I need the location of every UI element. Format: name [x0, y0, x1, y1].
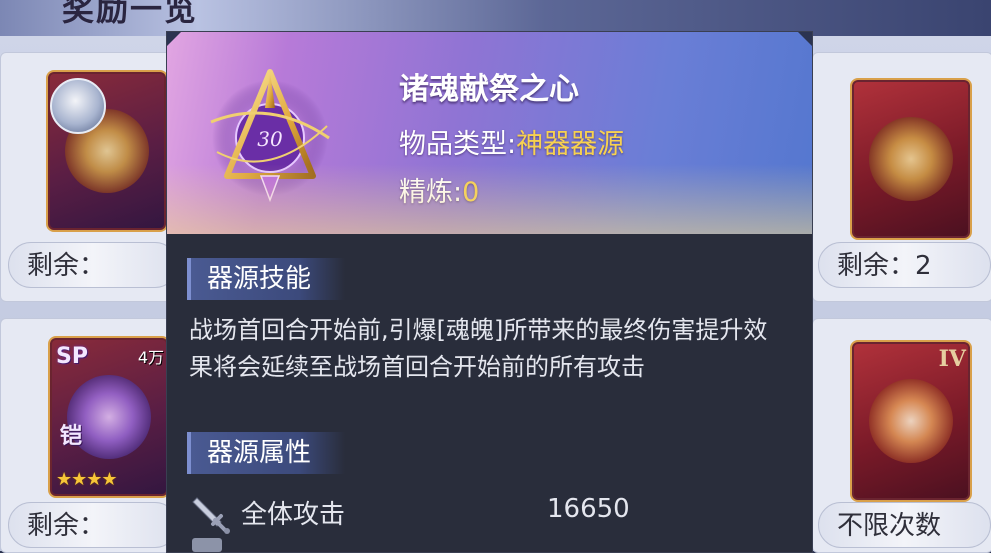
item-art	[869, 379, 953, 463]
item-tooltip: 30 诸魂献祭之心 物品类型:神器器源 精炼:0 器源技能 战场首回合开始前,引…	[166, 31, 813, 553]
sword-icon	[192, 497, 230, 534]
item-art	[869, 117, 953, 201]
refine-line: 精炼:0	[399, 170, 479, 209]
corner-decoration	[798, 32, 812, 46]
hero-side-label: 铠	[60, 424, 83, 449]
item-name: 诸魂献祭之心	[399, 72, 579, 107]
refine-value: 0	[462, 177, 480, 208]
avatar	[50, 78, 106, 134]
count-badge: 4万	[137, 348, 164, 367]
attribute-name: 全体攻击	[241, 500, 346, 530]
remain-counter: 剩余：	[8, 502, 178, 548]
remain-counter: 剩余：	[8, 242, 178, 288]
star-rating: ★★★★	[56, 469, 118, 490]
skill-description: 战场首回合开始前,引爆[魂魄]所带来的最终伤害提升效果将会延续至战场首回合开始前…	[189, 316, 768, 381]
skill-section-header: 器源技能	[187, 258, 345, 300]
page-title: 奖励一览	[62, 0, 199, 28]
sp-badge: SP	[56, 344, 88, 369]
corner-decoration	[167, 32, 181, 46]
remain-counter: 不限次数	[818, 502, 991, 548]
attribute-row: 全体攻击 16650	[187, 488, 787, 538]
svg-text:30: 30	[257, 127, 283, 151]
tier-badge: IV	[938, 346, 966, 372]
item-type-label: 物品类型:	[399, 129, 517, 160]
tooltip-header: 30 诸魂献祭之心 物品类型:神器器源 精炼:0	[167, 32, 812, 234]
reward-item-frame[interactable]: IV	[850, 340, 972, 502]
partial-attribute-icon	[192, 538, 222, 552]
attribute-value: 16650	[547, 494, 630, 524]
item-type-line: 物品类型:神器器源	[399, 122, 624, 161]
attribute-section-header: 器源属性	[187, 432, 345, 474]
reward-item-frame[interactable]	[850, 78, 972, 240]
reward-item-frame[interactable]: SP 4万 铠 ★★★★	[48, 336, 170, 498]
remain-counter: 剩余：2	[818, 242, 991, 288]
item-type-value: 神器器源	[516, 129, 625, 160]
artifact-heart-icon: 30	[210, 69, 330, 202]
refine-label: 精炼:	[399, 177, 463, 208]
